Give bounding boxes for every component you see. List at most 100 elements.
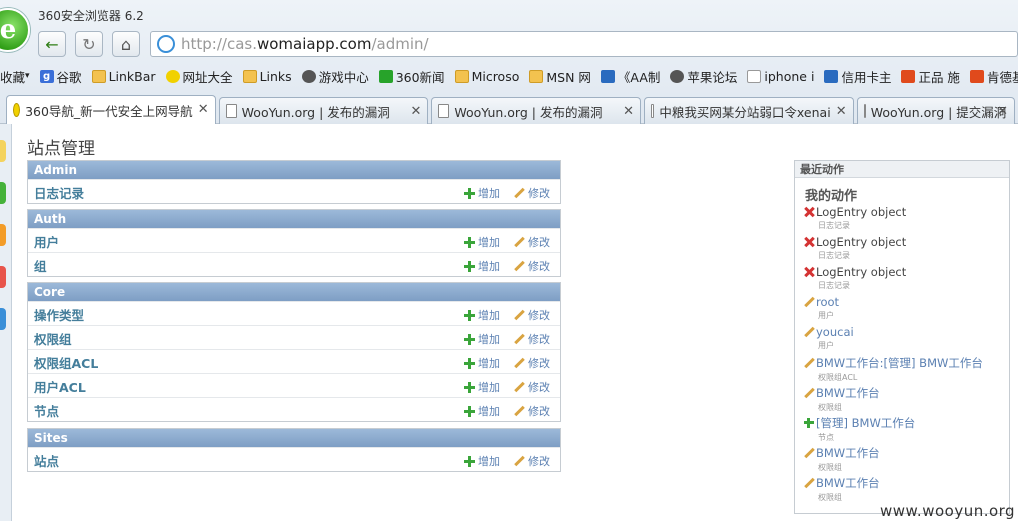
folder-icon [529, 69, 544, 83]
close-icon[interactable]: ✕ [997, 104, 1008, 119]
change-link[interactable]: 修改 [514, 379, 550, 395]
browser-tab[interactable]: 360导航_新一代安全上网导航 ✕ [6, 95, 216, 124]
add-link[interactable]: 增加 [464, 379, 500, 395]
recent-action-link: LogEntry object [804, 265, 906, 279]
change-link[interactable]: 修改 [514, 185, 550, 201]
change-link[interactable]: 修改 [514, 258, 550, 274]
bookmark-item[interactable]: g 谷歌 [39, 67, 82, 86]
recent-action-link[interactable]: BMW工作台 [804, 445, 880, 461]
model-row: 权限组ACL 增加 修改 [28, 349, 560, 373]
close-icon[interactable]: ✕ [198, 102, 209, 117]
app-module: Auth 用户 增加 修改组增加 修改 [27, 209, 561, 277]
add-link[interactable]: 增加 [464, 355, 500, 371]
bookmark-item[interactable]: Links [242, 69, 292, 84]
recent-action-link[interactable]: BMW工作台:[管理] BMW工作台 [804, 355, 983, 371]
browser-chrome: e 360安全浏览器 6.2 ← ↻ ⌂ http://cas.womaiapp… [0, 0, 1018, 124]
model-link[interactable]: 站点 [34, 451, 59, 470]
change-link[interactable]: 修改 [514, 234, 550, 250]
browser-tab[interactable]: 中粮我买网某分站弱口令xenai ✕ [644, 97, 854, 124]
model-link[interactable]: 组 [34, 256, 47, 275]
bookmark-item[interactable]: 正品 施 [901, 67, 960, 86]
add-label: 增加 [478, 455, 500, 468]
bookmark-item[interactable]: 《AA制 [600, 67, 660, 86]
close-icon[interactable]: ✕ [410, 104, 421, 119]
address-bar[interactable]: http://cas.womaiapp.com/admin/ [150, 31, 1018, 57]
bookmark-item[interactable]: iphone i [747, 69, 814, 84]
model-link[interactable]: 权限组 [34, 329, 72, 348]
change-link[interactable]: 修改 [514, 355, 550, 371]
recent-action-model: 权限组ACL [818, 373, 858, 382]
recent-action-link[interactable]: youcai [804, 325, 854, 339]
browser-tab[interactable]: WooYun.org | 提交漏洞 ✕ [856, 97, 1016, 124]
bookmark-item[interactable]: 网址大全 [165, 67, 233, 86]
module-caption[interactable]: Core [28, 283, 560, 301]
sidebar-app-icon[interactable] [0, 266, 6, 288]
tab-strip: 360导航_新一代安全上网导航 ✕ WooYun.org | 发布的漏洞 ✕ WooYu… [0, 94, 1018, 124]
bookmark-item[interactable]: Microso [454, 68, 520, 84]
browser-tab[interactable]: WooYun.org | 发布的漏洞 ✕ [218, 97, 429, 124]
sidebar-favorites-icon[interactable] [0, 140, 6, 162]
app-module: Admin 日志记录 增加 修改 [27, 160, 561, 204]
add-link[interactable]: 增加 [464, 258, 500, 274]
recent-action-link[interactable]: BMW工作台 [804, 385, 880, 401]
sidebar-app-icon[interactable] [0, 182, 6, 204]
add-label: 增加 [478, 236, 500, 249]
bookmark-item[interactable]: MSN 网 [529, 67, 591, 86]
module-caption[interactable]: Auth [28, 210, 560, 228]
add-link[interactable]: 增加 [464, 403, 500, 419]
add-label: 增加 [478, 309, 500, 322]
recent-action-model: 日志记录 [818, 281, 850, 290]
model-link[interactable]: 日志记录 [34, 183, 84, 202]
model-link[interactable]: 用户 [34, 232, 59, 251]
add-link[interactable]: 增加 [464, 234, 500, 250]
bookmark-label: 360新闻 [395, 69, 445, 85]
url-text[interactable]: http://cas.womaiapp.com/admin/ [181, 35, 429, 53]
folder-icon [91, 69, 106, 83]
change-label: 修改 [528, 381, 550, 394]
module-caption[interactable]: Admin [28, 161, 560, 179]
add-link[interactable]: 增加 [464, 185, 500, 201]
bookmark-item[interactable]: 肯德基 [969, 67, 1018, 86]
close-icon[interactable]: ✕ [836, 104, 847, 119]
back-button[interactable]: ← [38, 31, 66, 57]
recent-action-link[interactable]: root [804, 295, 839, 309]
bookmark-item[interactable]: 苹果论坛 [670, 67, 737, 86]
recent-action-link[interactable]: [管理] BMW工作台 [804, 415, 915, 431]
recent-action-text: [管理] BMW工作台 [816, 416, 916, 430]
recent-action-item: root 用户 [804, 295, 839, 321]
delete-icon [804, 237, 814, 247]
bookmark-item[interactable]: 信用卡主 [824, 67, 891, 86]
sidebar-app-icon[interactable] [0, 224, 6, 246]
model-link[interactable]: 操作类型 [34, 305, 84, 324]
site-info-icon[interactable] [157, 35, 175, 53]
add-link[interactable]: 增加 [464, 453, 500, 469]
browser-tab[interactable]: WooYun.org | 发布的漏洞 ✕ [431, 97, 642, 124]
change-link[interactable]: 修改 [514, 331, 550, 347]
url-path: /admin/ [371, 35, 429, 53]
pencil-icon [514, 261, 525, 272]
model-link[interactable]: 节点 [34, 401, 59, 420]
change-link[interactable]: 修改 [514, 453, 550, 469]
bookmark-item[interactable]: 360新闻 [378, 67, 445, 86]
add-link[interactable]: 增加 [464, 331, 500, 347]
bookmark-item[interactable]: 游戏中心 [301, 67, 369, 86]
plus-icon [464, 405, 475, 417]
bookmark-item[interactable]: LinkBar [91, 69, 156, 84]
model-link[interactable]: 用户ACL [34, 377, 86, 396]
add-link[interactable]: 增加 [464, 307, 500, 323]
globe-icon [670, 69, 685, 83]
add-label: 增加 [478, 357, 500, 370]
close-icon[interactable]: ✕ [623, 104, 634, 119]
sidebar-app-icon[interactable] [0, 308, 6, 330]
home-button[interactable]: ⌂ [112, 31, 140, 57]
refresh-button[interactable]: ↻ [75, 31, 103, 57]
recent-action-model: 日志记录 [818, 221, 850, 230]
recent-action-link[interactable]: BMW工作台 [804, 475, 880, 491]
change-link[interactable]: 修改 [514, 403, 550, 419]
change-link[interactable]: 修改 [514, 307, 550, 323]
recent-action-item: [管理] BMW工作台 节点 [804, 415, 915, 443]
bookmark-label: Microso [471, 68, 520, 84]
bookmark-item[interactable]: 收藏 ▾ [0, 67, 30, 86]
module-caption[interactable]: Sites [28, 429, 560, 447]
model-link[interactable]: 权限组ACL [34, 353, 98, 372]
